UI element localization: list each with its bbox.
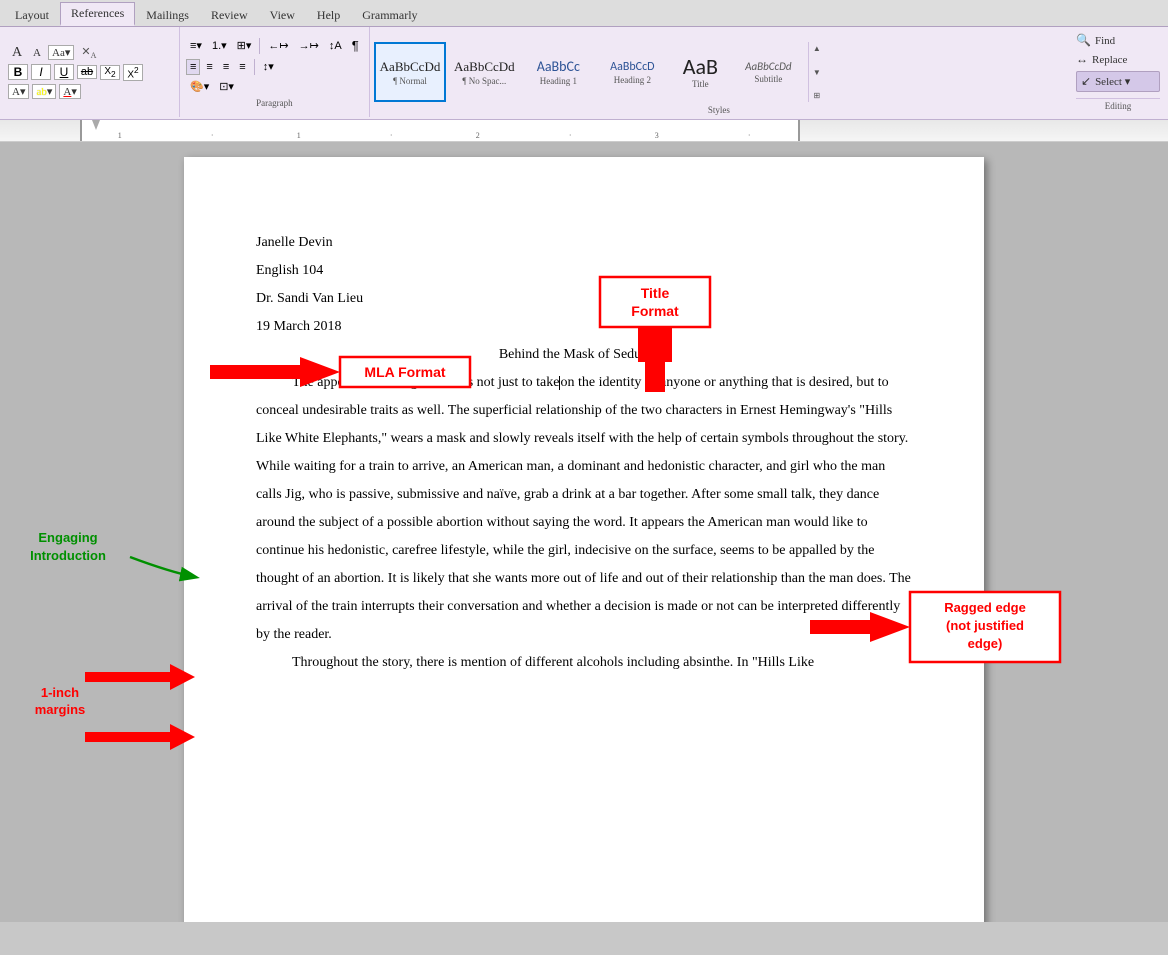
style-normal[interactable]: AaBbCcDd ¶ Normal	[374, 42, 447, 102]
bullets-button[interactable]: ≡▾	[186, 37, 206, 54]
editing-group: 🔍 Find ↔ Replace ↙ Select ▾ Editing	[1068, 27, 1168, 117]
replace-button[interactable]: ↔ Replace	[1076, 52, 1160, 67]
font-group: A A Aa▾ ✕A B I U ab X2 X2 A▾ ab▾ A▾	[0, 27, 180, 117]
ruler: 1 · 1 · 2 · 3 ·	[0, 120, 1168, 142]
tab-references[interactable]: References	[60, 2, 135, 26]
course: English 104	[256, 257, 912, 285]
document-page: Janelle Devin English 104 Dr. Sandi Van …	[184, 157, 984, 922]
date: 19 March 2018	[256, 313, 912, 341]
align-justify[interactable]: ≡	[235, 59, 249, 75]
styles-group: AaBbCcDd ¶ Normal AaBbCcDd ¶ No Spac... …	[370, 27, 1068, 117]
align-center[interactable]: ≡	[202, 59, 216, 75]
styles-section-label: Styles	[708, 105, 730, 115]
clear-format[interactable]: ✕A	[81, 45, 96, 60]
font-size-decrease[interactable]: A	[8, 45, 26, 61]
select-button[interactable]: ↙ Select ▾	[1076, 71, 1160, 92]
paragraph-section-label: Paragraph	[186, 98, 363, 108]
select-icon: ↙	[1081, 74, 1091, 89]
tab-grammarly[interactable]: Grammarly	[351, 4, 428, 26]
font-size-increase[interactable]: A	[29, 47, 45, 59]
replace-icon: ↔	[1076, 52, 1088, 67]
font-case[interactable]: Aa▾	[48, 45, 74, 60]
style-title[interactable]: AaB Title	[670, 42, 730, 102]
find-icon: 🔍	[1076, 33, 1091, 48]
style-heading1[interactable]: AaBbCc Heading 1	[522, 42, 594, 102]
line-spacing[interactable]: ↕▾	[259, 58, 278, 75]
multilevel-button[interactable]: ⊞▾	[233, 37, 256, 54]
font-color[interactable]: A▾	[59, 84, 80, 99]
styles-scrollbar[interactable]: ▲ ▼ ⊞	[808, 42, 824, 102]
instructor: Dr. Sandi Van Lieu	[256, 285, 912, 313]
editing-section-label: Editing	[1076, 98, 1160, 111]
sort-button[interactable]: ↕A	[325, 38, 346, 54]
italic-button[interactable]: I	[31, 64, 51, 80]
doc-header: Janelle Devin English 104 Dr. Sandi Van …	[256, 229, 912, 341]
essay-title: Behind the Mask of Seduction	[256, 341, 912, 369]
superscript-button[interactable]: X2	[123, 64, 143, 81]
align-left[interactable]: ≡	[186, 59, 200, 75]
style-subtitle[interactable]: AaBbCcDd Subtitle	[732, 42, 804, 102]
borders-button[interactable]: ⊡▾	[215, 78, 238, 95]
strikethrough-button[interactable]: ab	[77, 65, 97, 79]
tab-layout[interactable]: Layout	[4, 4, 60, 26]
highlight-color[interactable]: ab▾	[32, 84, 56, 99]
align-right[interactable]: ≡	[219, 59, 233, 75]
style-nospace[interactable]: AaBbCcDd ¶ No Spac...	[448, 42, 520, 102]
increase-indent[interactable]: →↦	[295, 37, 323, 54]
doc-body[interactable]: The appeal of wearing a mask is not just…	[256, 369, 912, 677]
tab-review[interactable]: Review	[200, 4, 259, 26]
style-heading2[interactable]: AaBbCcD Heading 2	[596, 42, 668, 102]
tab-view[interactable]: View	[259, 4, 306, 26]
tab-help[interactable]: Help	[306, 4, 351, 26]
find-button[interactable]: 🔍 Find	[1076, 33, 1160, 48]
underline-button[interactable]: U	[54, 64, 74, 80]
show-formatting[interactable]: ¶	[348, 36, 363, 55]
subscript-button[interactable]: X2	[100, 65, 120, 80]
shading-button[interactable]: 🎨▾	[186, 78, 213, 95]
paragraph-group: ≡▾ 1.▾ ⊞▾ ←↦ →↦ ↕A ¶ ≡ ≡ ≡ ≡ ↕▾ 🎨▾ ⊡▾ Pa…	[180, 27, 370, 117]
numbering-button[interactable]: 1.▾	[208, 37, 231, 54]
tab-mailings[interactable]: Mailings	[135, 4, 200, 26]
bold-button[interactable]: B	[8, 64, 28, 80]
decrease-indent[interactable]: ←↦	[264, 37, 292, 54]
author-name: Janelle Devin	[256, 229, 912, 257]
text-effects[interactable]: A▾	[8, 84, 29, 99]
